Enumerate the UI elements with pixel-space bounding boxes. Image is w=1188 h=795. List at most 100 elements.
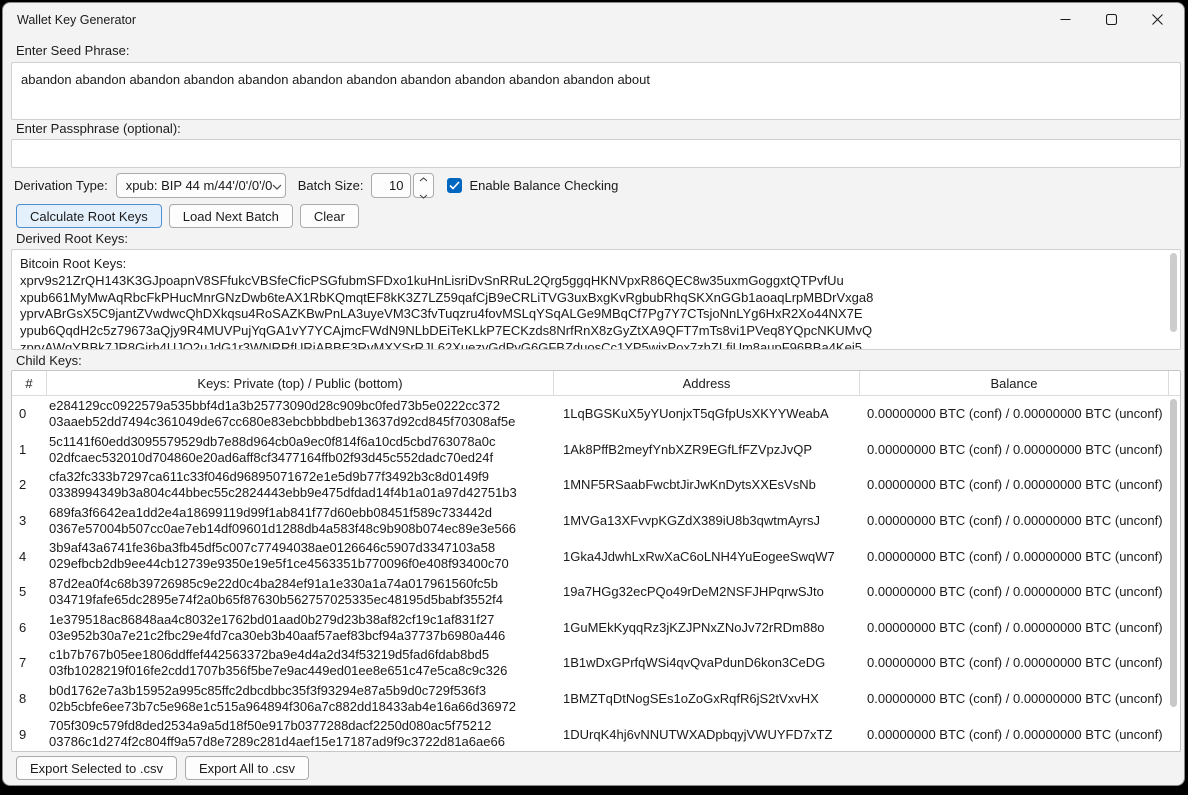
- checkbox-check-icon: [449, 178, 460, 193]
- table-row[interactable]: 8 b0d1762e7a3b15952a995c85ffc2dbcdbbc35f…: [12, 681, 1180, 717]
- address: 1Gka4JdwhLxRwXaC6oLNH4YuEogeeSwqW7: [553, 538, 859, 574]
- private-key: e284129cc0922579a535bbf4d1a3b25773090d28…: [49, 398, 553, 414]
- private-key: 5c1141f60edd3095579529db7e88d964cb0a9ec0…: [49, 434, 553, 450]
- keys-cell: 705f309c579fd8ded2534a9a5d18f50e917b0377…: [46, 716, 553, 752]
- scrollbar-thumb[interactable]: [1170, 253, 1177, 332]
- clear-button[interactable]: Clear: [300, 204, 359, 228]
- root-keys-heading: Bitcoin Root Keys:: [20, 256, 1172, 273]
- load-next-batch-button[interactable]: Load Next Batch: [169, 204, 293, 228]
- row-index: 6: [12, 610, 46, 646]
- passphrase-input[interactable]: [11, 139, 1181, 168]
- row-index: 0: [12, 396, 46, 432]
- spin-up-icon: [419, 170, 428, 185]
- table-row[interactable]: 1 5c1141f60edd3095579529db7e88d964cb0a9e…: [12, 432, 1180, 468]
- private-key: 1e379518ac86848aa4c8032e1762bd01aad0b279…: [49, 612, 553, 628]
- child-keys-label: Child Keys:: [16, 353, 82, 369]
- derived-root-keys-label: Derived Root Keys:: [16, 231, 128, 247]
- derivation-type-dropdown[interactable]: xpub: BIP 44 m/44'/0'/0'/0: [116, 173, 286, 198]
- table-row[interactable]: 0 e284129cc0922579a535bbf4d1a3b25773090d…: [12, 396, 1180, 432]
- batch-size-label: Batch Size:: [298, 178, 364, 193]
- root-key-yprv: yprvABrGsX5C9jantZVwdwcQhDXkqsu4RoSAZKBw…: [20, 306, 1172, 323]
- table-row[interactable]: 5 87d2ea0f4c68b39726985c9e22d0c4ba284ef9…: [12, 574, 1180, 610]
- public-key: 03fb1028219f016fe2cdd1707b356f5be7e9ac44…: [49, 663, 553, 679]
- root-key-ypub: ypub6QqdH2c5z79673aQjy9R4MUVPujYqGA1vY7Y…: [20, 323, 1172, 340]
- private-key: 87d2ea0f4c68b39726985c9e22d0c4ba284ef91a…: [49, 576, 553, 592]
- column-header-address[interactable]: Address: [553, 371, 859, 395]
- public-key: 02dfcaec532010d704860e20ad6aff8cf3477164…: [49, 450, 553, 466]
- private-key: b0d1762e7a3b15952a995c85ffc2dbcdbbc35f3f…: [49, 683, 553, 699]
- export-buttons: Export Selected to .csv Export All to .c…: [16, 756, 309, 780]
- row-index: 2: [12, 467, 46, 503]
- address: 19a7HGg32ecPQo49rDeM2NSFJHPqrwSJto: [553, 574, 859, 610]
- derivation-type-label: Derivation Type:: [14, 178, 108, 193]
- keys-cell: 1e379518ac86848aa4c8032e1762bd01aad0b279…: [46, 610, 553, 646]
- public-key: 029efbcb2db9ee44cb12739e9350e19e5f1ce456…: [49, 556, 553, 572]
- titlebar[interactable]: Wallet Key Generator: [3, 3, 1184, 37]
- table-row[interactable]: 4 3b9af43a6741fe36ba3fb45df5c007c7749403…: [12, 538, 1180, 574]
- export-all-button[interactable]: Export All to .csv: [185, 756, 309, 780]
- export-selected-button[interactable]: Export Selected to .csv: [16, 756, 177, 780]
- root-key-xprv: xprv9s21ZrQH143K3GJpoapnV8SFfukcVBSfeCfi…: [20, 273, 1172, 290]
- address: 1MVGa13XFvvpKGZdX389iU8b3qwtmAyrsJ: [553, 503, 859, 539]
- scrollbar-thumb[interactable]: [1170, 399, 1177, 707]
- root-keys-scrollbar[interactable]: [1169, 252, 1178, 348]
- seed-phrase-input[interactable]: abandon abandon abandon abandon abandon …: [11, 62, 1181, 120]
- balance: 0.00000000 BTC (conf) / 0.00000000 BTC (…: [859, 574, 1168, 610]
- column-header-balance[interactable]: Balance: [859, 371, 1168, 395]
- public-key: 03786c1d274f2c804ff9a57d8e7289c281d4aef1…: [49, 734, 553, 750]
- batch-size-stepper: 10: [371, 173, 434, 198]
- table-row[interactable]: 6 1e379518ac86848aa4c8032e1762bd01aad0b2…: [12, 610, 1180, 646]
- address: 1BMZTqDtNogSEs1oZoGxRqfR6jS2tVxvHX: [553, 681, 859, 717]
- keys-cell: 3b9af43a6741fe36ba3fb45df5c007c77494038a…: [46, 538, 553, 574]
- batch-size-input[interactable]: 10: [371, 173, 411, 198]
- child-keys-body: 0 e284129cc0922579a535bbf4d1a3b25773090d…: [12, 396, 1180, 752]
- column-header-keys[interactable]: Keys: Private (top) / Public (bottom): [46, 371, 553, 395]
- root-keys-output[interactable]: Bitcoin Root Keys: xprv9s21ZrQH143K3GJpo…: [11, 249, 1181, 350]
- address: 1B1wDxGPrfqWSi4qvQvaPdunD6kon3CeDG: [553, 645, 859, 681]
- balance: 0.00000000 BTC (conf) / 0.00000000 BTC (…: [859, 610, 1168, 646]
- address: 1MNF5RSaabFwcbtJirJwKnDytsXXEsVsNb: [553, 467, 859, 503]
- chevron-down-icon: [272, 178, 282, 193]
- keys-cell: b0d1762e7a3b15952a995c85ffc2dbcdbbc35f3f…: [46, 681, 553, 717]
- minimize-button[interactable]: [1042, 3, 1088, 37]
- address: 1DUrqK4hj6vNNUTWXADpbqyjVWUYFD7xTZ: [553, 716, 859, 752]
- keys-cell: 689fa3f6642ea1dd2e4a18699119d99f1ab841f7…: [46, 503, 553, 539]
- enable-balance-label: Enable Balance Checking: [469, 178, 618, 193]
- public-key: 0338994349b3a804c44bbec55c2824443ebb9e47…: [49, 485, 553, 501]
- public-key: 0367e57004b507cc0ae7eb14df09601d1288db4a…: [49, 521, 553, 537]
- maximize-button[interactable]: [1088, 3, 1134, 37]
- row-index: 3: [12, 503, 46, 539]
- calculate-root-keys-button[interactable]: Calculate Root Keys: [16, 204, 162, 228]
- balance: 0.00000000 BTC (conf) / 0.00000000 BTC (…: [859, 681, 1168, 717]
- minimize-icon: [1060, 13, 1071, 28]
- address: 1Ak8PffB2meyfYnbXZR9EGfLfFZVpzJvQP: [553, 432, 859, 468]
- address: 1LqBGSKuX5yYUonjxT5qGfpUsXKYYWeabA: [553, 396, 859, 432]
- app-window: Wallet Key Generator Enter Seed Phrase: …: [2, 2, 1185, 786]
- close-button[interactable]: [1134, 3, 1180, 37]
- child-keys-table: # Keys: Private (top) / Public (bottom) …: [11, 370, 1181, 752]
- table-row[interactable]: 3 689fa3f6642ea1dd2e4a18699119d99f1ab841…: [12, 503, 1180, 539]
- table-row[interactable]: 2 cfa32fc333b7297ca611c33f046d9689507167…: [12, 467, 1180, 503]
- private-key: c1b7b767b05ee1806ddffef442563372ba9e4d4a…: [49, 647, 553, 663]
- balance: 0.00000000 BTC (conf) / 0.00000000 BTC (…: [859, 503, 1168, 539]
- balance: 0.00000000 BTC (conf) / 0.00000000 BTC (…: [859, 396, 1168, 432]
- public-key: 03e952b30a7e21c2fbc29e4fd7ca30eb3b40aaf5…: [49, 628, 553, 644]
- seed-phrase-value: abandon abandon abandon abandon abandon …: [21, 72, 650, 87]
- action-buttons: Calculate Root Keys Load Next Batch Clea…: [16, 204, 359, 228]
- address: 1GuMEkKyqqRz3jKZJPNxZNoJv72rRDm88o: [553, 610, 859, 646]
- table-scrollbar[interactable]: [1169, 397, 1179, 749]
- private-key: 705f309c579fd8ded2534a9a5d18f50e917b0377…: [49, 718, 553, 734]
- table-row[interactable]: 9 705f309c579fd8ded2534a9a5d18f50e917b03…: [12, 716, 1180, 752]
- enable-balance-checkbox[interactable]: [447, 178, 462, 193]
- window-controls: [1042, 3, 1180, 37]
- seed-phrase-label: Enter Seed Phrase:: [16, 43, 129, 59]
- table-row[interactable]: 7 c1b7b767b05ee1806ddffef442563372ba9e4d…: [12, 645, 1180, 681]
- column-header-index[interactable]: #: [12, 371, 46, 395]
- private-key: cfa32fc333b7297ca611c33f046d96895071672e…: [49, 469, 553, 485]
- batch-size-spin-buttons[interactable]: [413, 173, 434, 198]
- balance: 0.00000000 BTC (conf) / 0.00000000 BTC (…: [859, 716, 1168, 752]
- row-index: 4: [12, 538, 46, 574]
- keys-cell: e284129cc0922579a535bbf4d1a3b25773090d28…: [46, 396, 553, 432]
- passphrase-label: Enter Passphrase (optional):: [16, 121, 181, 137]
- column-header-spacer: [1168, 371, 1180, 395]
